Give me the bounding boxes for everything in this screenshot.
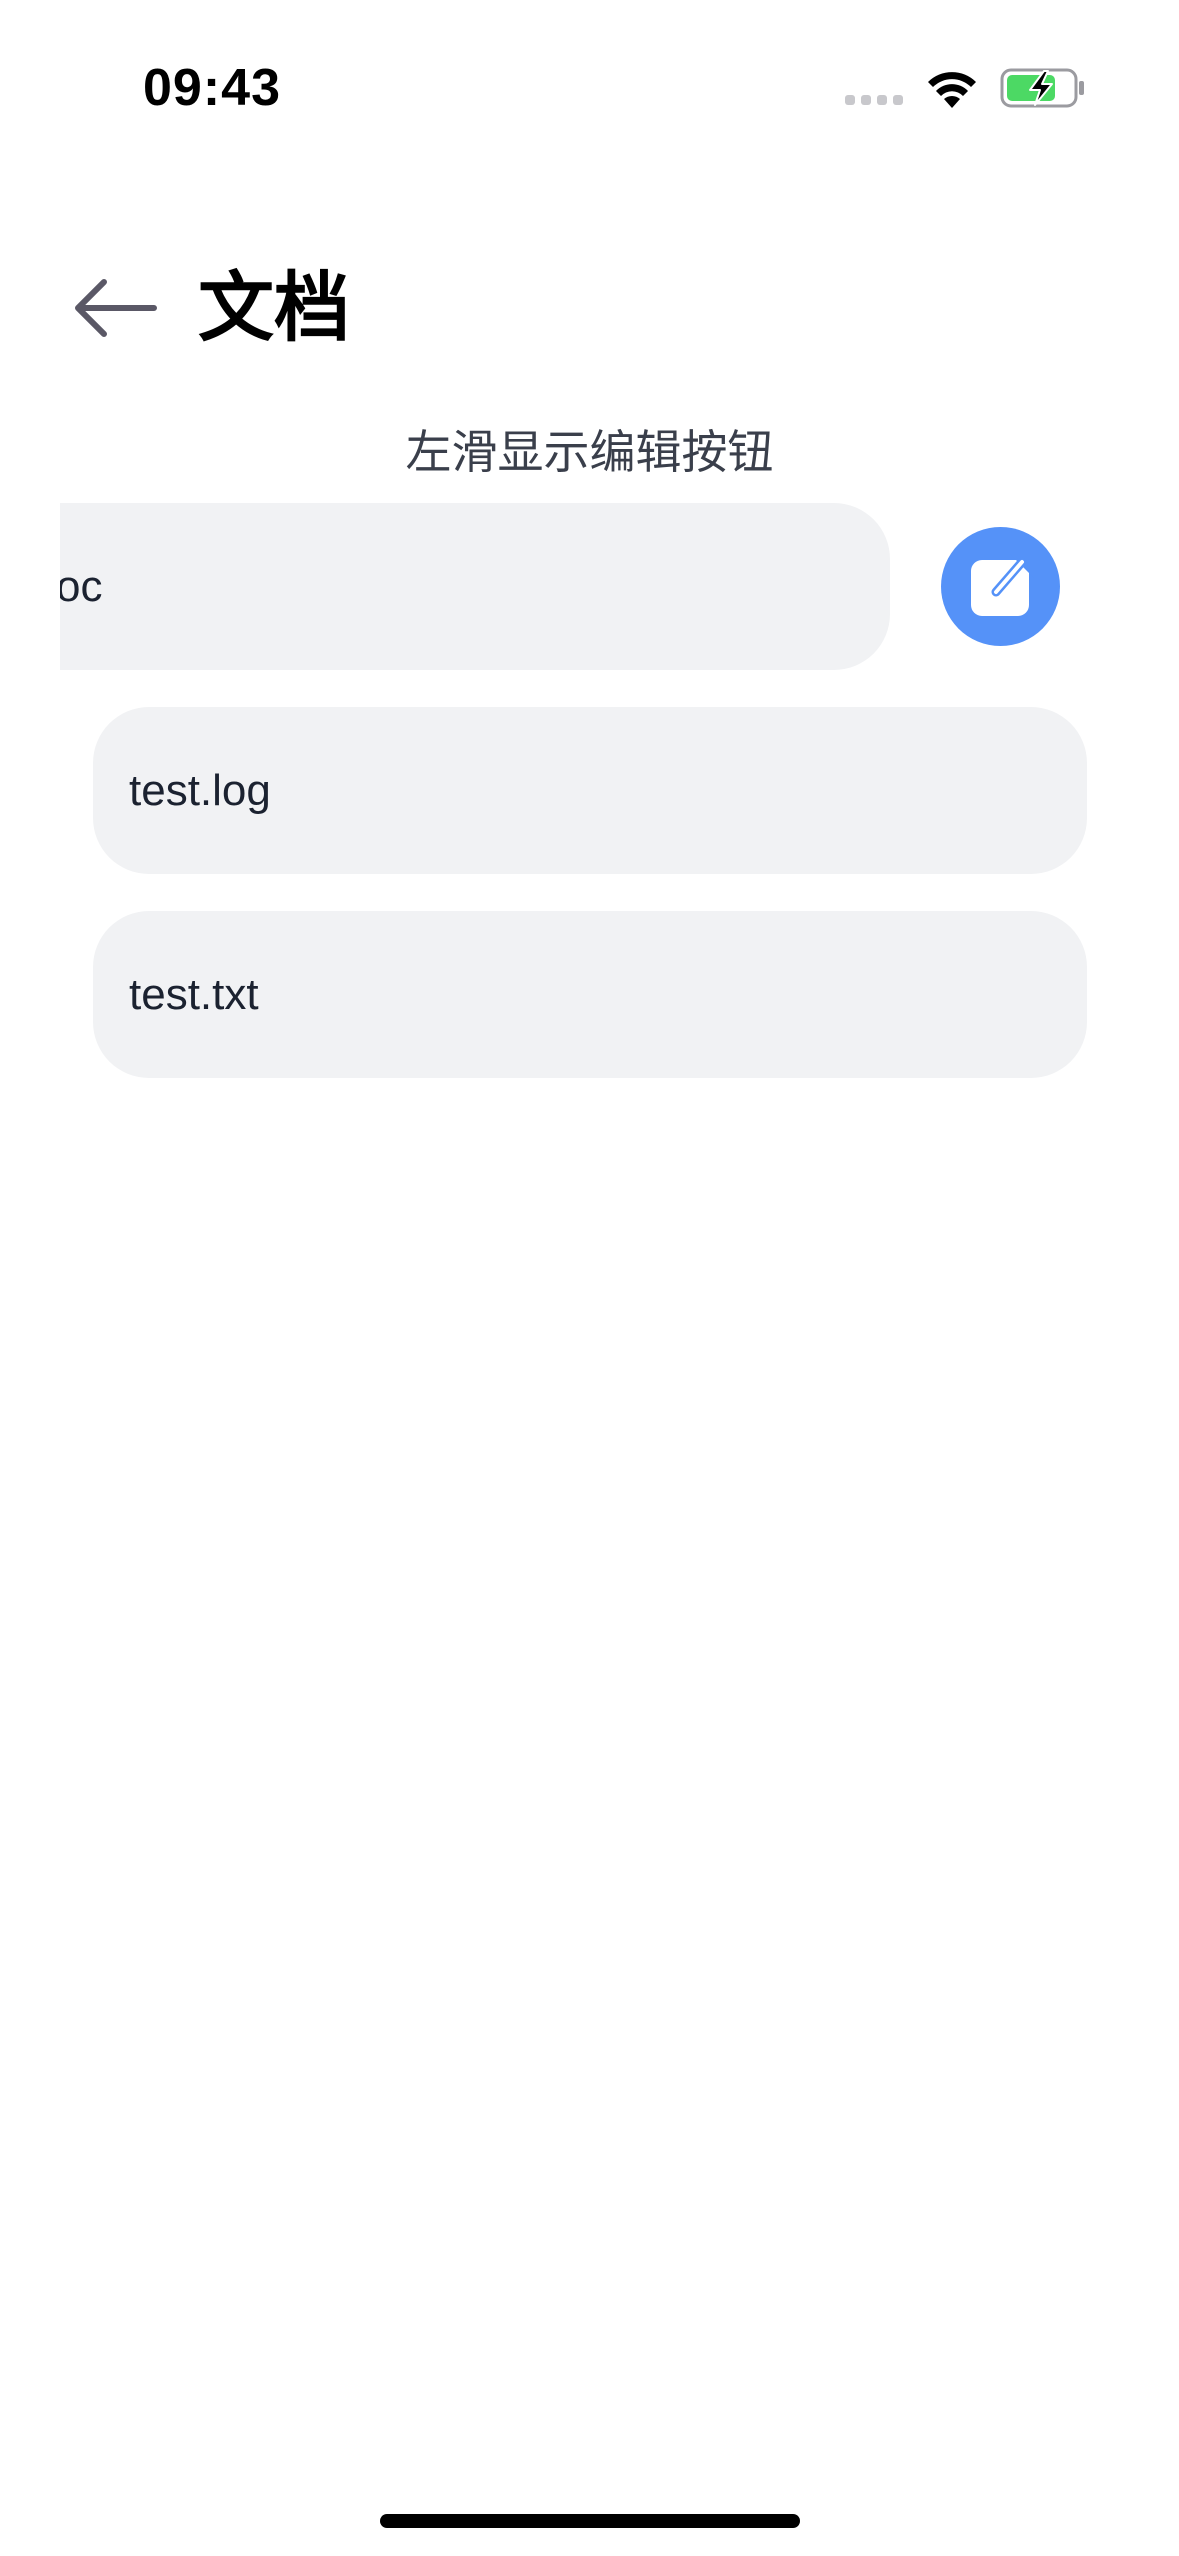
list-item-label: test.txt: [129, 969, 259, 1019]
battery-charging-icon: [1000, 68, 1084, 108]
status-time: 09:43: [143, 59, 281, 117]
edit-icon: [970, 553, 1034, 616]
home-indicator[interactable]: [380, 2514, 800, 2528]
page-title: 文档: [198, 263, 350, 352]
list-item[interactable]: test.log: [93, 707, 1087, 874]
back-button[interactable]: [68, 268, 160, 348]
edit-button[interactable]: [941, 527, 1060, 646]
list-item[interactable]: test.txt: [93, 911, 1087, 1078]
wifi-icon: [928, 72, 976, 108]
list-item-swiped[interactable]: test.doc: [60, 503, 890, 670]
arrow-left-icon: [75, 279, 157, 337]
cellular-signal-icon: [845, 95, 905, 105]
list-item-label: test.log: [129, 765, 271, 815]
swipe-hint-text: 左滑显示编辑按钮: [405, 425, 774, 479]
list-item-label: test.doc: [60, 561, 103, 611]
